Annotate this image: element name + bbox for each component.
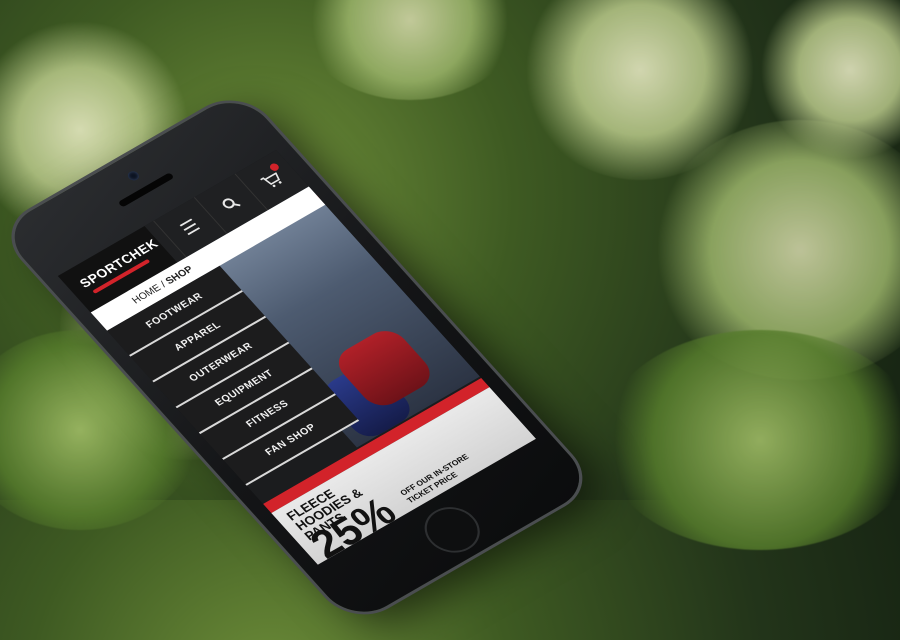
front-camera: [125, 169, 142, 183]
earpiece-speaker: [117, 172, 175, 208]
promo-subtext: OFF OUR IN-STORE TICKET PRICE: [398, 452, 471, 505]
home-button[interactable]: [413, 498, 491, 562]
